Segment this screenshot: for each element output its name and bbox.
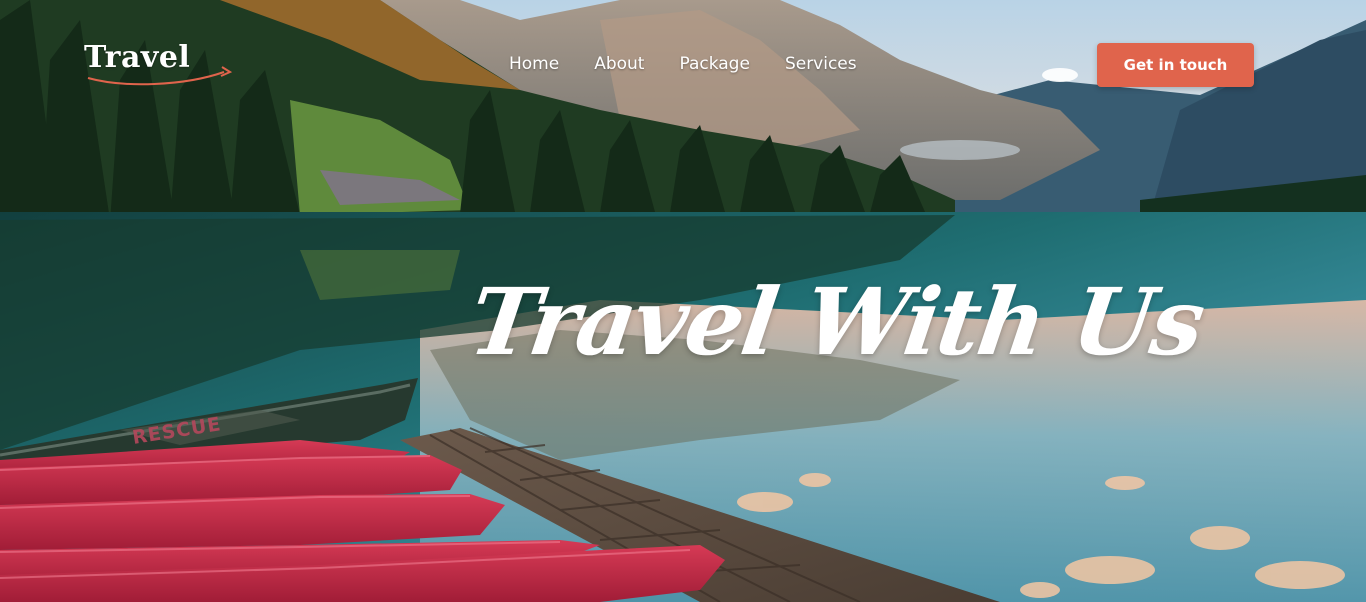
main-menu: Home About Package Services [509, 54, 892, 78]
nav-item-home[interactable]: Home [509, 54, 559, 78]
logo-swoosh-icon [87, 66, 233, 86]
nav-item-services[interactable]: Services [785, 54, 857, 78]
nav-item-package[interactable]: Package [679, 54, 749, 78]
nav-item-about[interactable]: About [594, 54, 644, 78]
get-in-touch-button[interactable]: Get in touch [1097, 43, 1254, 87]
brand-logo[interactable]: Travel [84, 40, 234, 90]
navbar: Travel Home About Package Services Get i… [0, 0, 1366, 130]
hero-headline: Travel With Us [463, 268, 1210, 376]
hero-section: RESCUE Travel Home About Package Service… [0, 0, 1366, 602]
